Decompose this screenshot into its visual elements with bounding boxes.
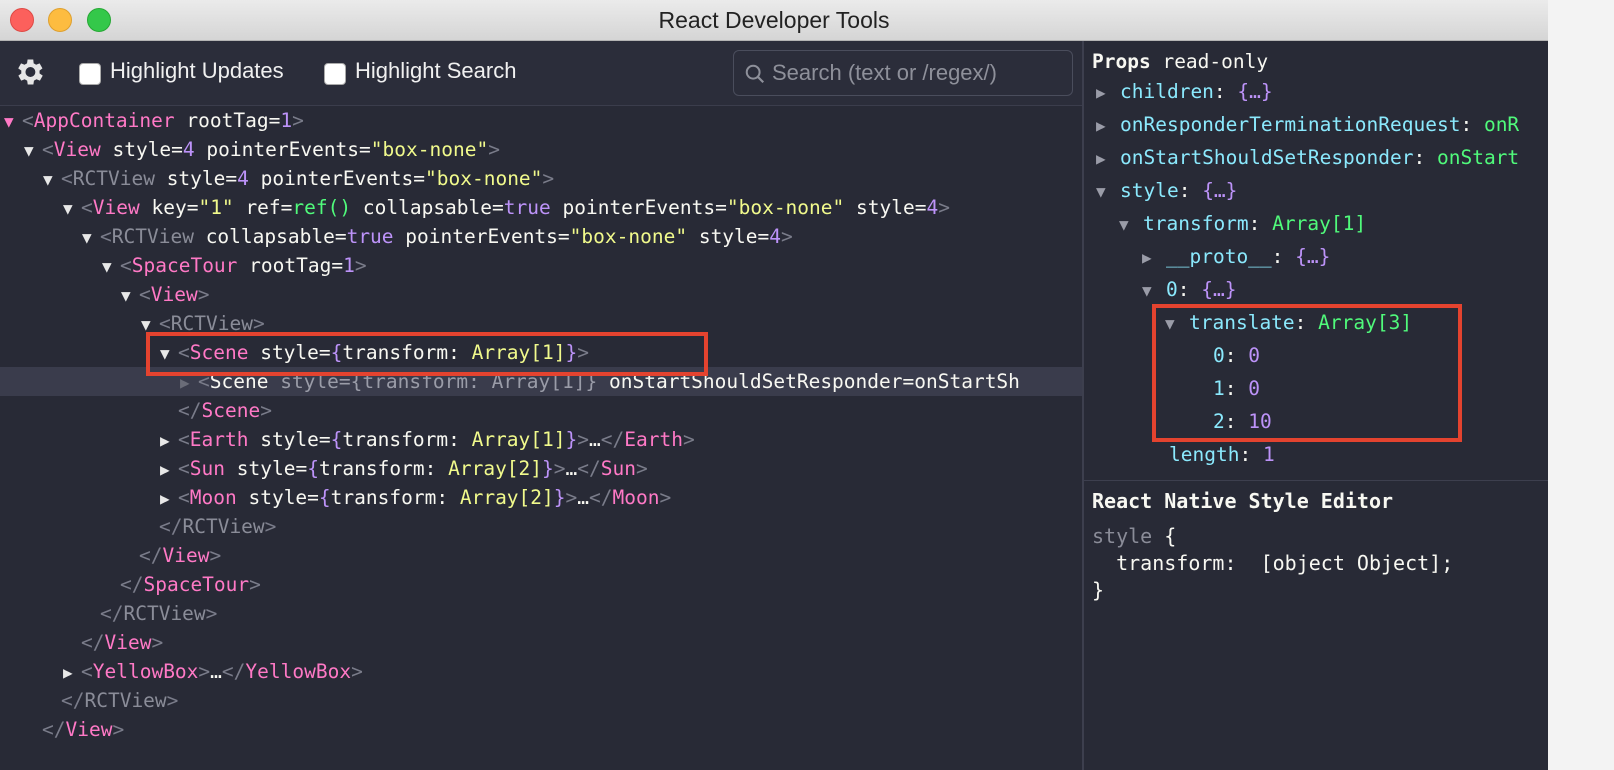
expand-arrow-icon[interactable]: ▶ (1096, 110, 1120, 141)
tree-row-rctview-inner-close: </RCTView> (159, 515, 277, 538)
props-header: Props read-only (1092, 50, 1269, 73)
tree-row-view-close: </View> (42, 718, 125, 741)
expand-arrow-icon[interactable]: ▶ (1142, 242, 1166, 273)
tree-row-view[interactable]: ▼ <View style=4 pointerEvents="box-none"> (0, 135, 1082, 164)
tree-row-rctview-collapsable-close: </RCTView> (100, 602, 218, 625)
expand-arrow-icon[interactable]: ▶ (63, 658, 81, 686)
collapse-arrow-icon[interactable]: ▼ (24, 136, 42, 164)
prop-on-responder-termination-request[interactable]: ▶ onResponderTerminationRequest: onR (1096, 109, 1548, 141)
desktop-background (1548, 0, 1614, 770)
tree-row-view-inner[interactable]: ▼ <View> (0, 280, 1082, 309)
tree-row-scene-close: </Scene> (178, 399, 272, 422)
translate-highlight-box (1152, 304, 1462, 442)
section-divider (1084, 480, 1548, 481)
collapse-arrow-icon[interactable]: ▼ (63, 194, 81, 222)
collapse-arrow-icon[interactable]: ▼ (43, 165, 61, 193)
gear-icon[interactable] (12, 55, 46, 89)
highlight-search-label: Highlight Search (355, 58, 517, 83)
tree-row-view-keyed-close: </View> (81, 631, 164, 654)
style-editor-line-open[interactable]: style { (1092, 524, 1176, 548)
expand-arrow-icon[interactable]: ▶ (160, 426, 178, 454)
collapse-arrow-icon[interactable]: ▼ (1119, 209, 1143, 240)
search-box (733, 50, 1073, 96)
search-icon (745, 64, 765, 84)
style-editor-header: React Native Style Editor (1092, 489, 1394, 513)
prop-transform-item-0[interactable]: ▼ 0: {…} (1142, 274, 1548, 306)
tree-row-sun[interactable]: ▶ <Sun style={transform: Array[2]}>…</Sun… (0, 454, 1082, 483)
prop-transform[interactable]: ▼ transform: Array[1] (1119, 208, 1548, 240)
prop-length: length: 1 (1169, 443, 1275, 466)
prop-children[interactable]: ▶ children: {…} (1096, 76, 1548, 108)
tree-row-rctview-collapsable[interactable]: ▼ <RCTView collapsable=true pointerEvents… (0, 222, 1082, 251)
style-editor-transform-line[interactable]: transform: [object Object]; (1092, 551, 1453, 575)
tree-row-moon[interactable]: ▶ <Moon style={transform: Array[2]}>…</Mo… (0, 483, 1082, 512)
tree-row-earth[interactable]: ▶ <Earth style={transform: Array[1]}>…</E… (0, 425, 1082, 454)
tree-row-rctview-close: </RCTView> (61, 689, 179, 712)
expand-arrow-icon[interactable]: ▶ (160, 484, 178, 512)
expand-arrow-icon[interactable]: ▶ (1096, 143, 1120, 174)
tree-row-yellowbox[interactable]: ▶ <YellowBox>…</YellowBox> (0, 657, 1082, 686)
style-editor-line-close: } (1092, 578, 1105, 602)
tree-row-rctview[interactable]: ▼ <RCTView style=4 pointerEvents="box-non… (0, 164, 1082, 193)
window-title: React Developer Tools (658, 7, 890, 33)
highlight-search-checkbox[interactable] (324, 63, 346, 85)
prop-proto[interactable]: ▶ __proto__: {…} (1142, 241, 1548, 273)
prop-style[interactable]: ▼ style: {…} (1096, 175, 1548, 207)
tree-row-view-keyed[interactable]: ▼ <View key="1" ref=ref() collapsable=tru… (0, 193, 1082, 222)
tree-row-spacetour-close: </SpaceTour> (120, 573, 261, 596)
tree-row-view-inner-close: </View> (139, 544, 222, 567)
expand-arrow-icon[interactable]: ▶ (1096, 77, 1120, 108)
collapse-arrow-icon[interactable]: ▼ (1096, 176, 1120, 207)
devtools-window: React Developer Tools Highlight Updates … (0, 0, 1548, 770)
title-bar: React Developer Tools (0, 0, 1548, 41)
highlight-updates-checkbox[interactable] (79, 63, 101, 85)
highlight-updates-label: Highlight Updates (110, 58, 284, 83)
toolbar: Highlight Updates Highlight Search (0, 41, 1082, 106)
collapse-arrow-icon[interactable]: ▼ (1142, 275, 1166, 306)
tree-row-appcontainer[interactable]: ▼ <AppContainer rootTag=1> (0, 106, 1082, 135)
collapse-arrow-icon[interactable]: ▼ (102, 252, 120, 280)
component-tree: ▼ <AppContainer rootTag=1> ▼ <View style=4… (0, 106, 1082, 770)
prop-on-start-should-set-responder[interactable]: ▶ onStartShouldSetResponder: onStart (1096, 142, 1548, 174)
collapse-arrow-icon[interactable]: ▼ (82, 223, 100, 251)
collapse-arrow-icon[interactable]: ▼ (4, 107, 22, 135)
scene-highlight-box (146, 332, 708, 376)
expand-arrow-icon[interactable]: ▶ (160, 455, 178, 483)
search-input[interactable] (772, 59, 1062, 87)
tree-row-spacetour[interactable]: ▼ <SpaceTour rootTag=1> (0, 251, 1082, 280)
collapse-arrow-icon[interactable]: ▼ (121, 281, 139, 309)
